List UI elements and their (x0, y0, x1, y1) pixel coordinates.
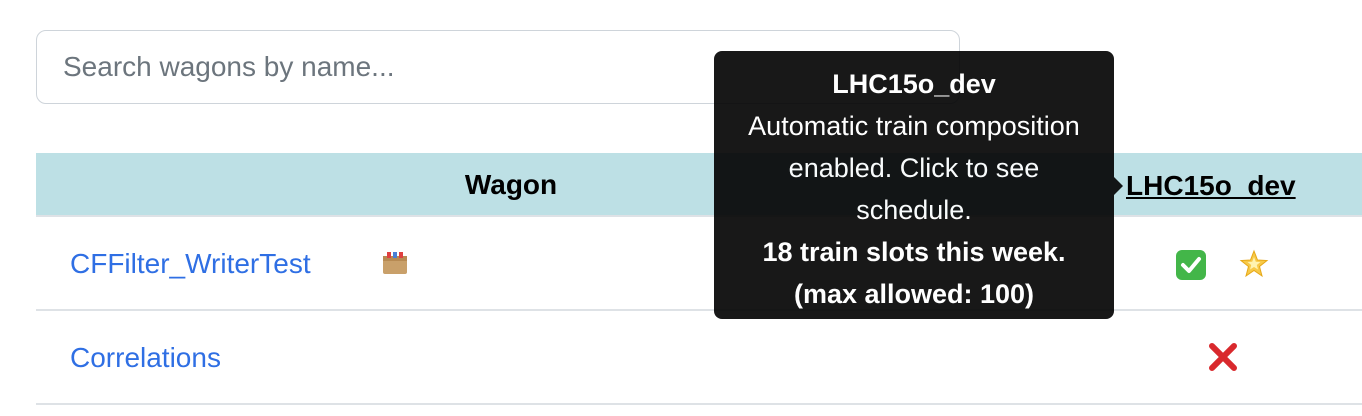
package-icon (382, 251, 408, 275)
wagon-link[interactable]: Correlations (70, 311, 221, 405)
tooltip-text-line: schedule. (856, 195, 972, 225)
check-icon (1176, 250, 1206, 280)
tooltip-title: LHC15o_dev (832, 69, 996, 99)
tooltip-max: (max allowed: 100) (793, 279, 1035, 309)
train-tooltip: LHC15o_dev Automatic train composition e… (714, 51, 1123, 319)
tooltip-text-line: enabled. Click to see (788, 153, 1040, 183)
table-row: Correlations (36, 311, 1362, 405)
tooltip-text-line: Automatic train composition (748, 111, 1080, 141)
tooltip-arrow (1114, 177, 1123, 195)
tooltip-slots: 18 train slots this week. (762, 237, 1066, 267)
column-header-train-link[interactable]: LHC15o_dev (1126, 153, 1296, 217)
table-header: Wagon LHC15o_dev (36, 153, 1362, 217)
table-row: CFFilter_WriterTest (36, 217, 1362, 311)
wagon-link[interactable]: CFFilter_WriterTest (70, 217, 311, 311)
wagon-table: Wagon LHC15o_dev CFFilter_WriterTest Cor… (36, 153, 1362, 405)
cross-icon (1208, 342, 1238, 372)
star-icon (1239, 249, 1269, 279)
